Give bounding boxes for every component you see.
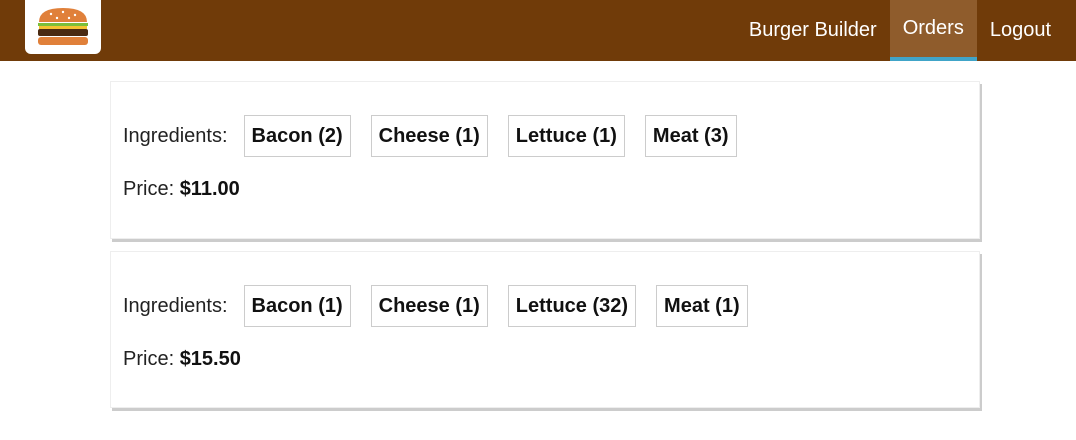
price-row: Price: $15.50 (123, 348, 241, 371)
ingredient-chip: Meat (3) (644, 115, 737, 157)
ingredient-chip: Lettuce (1) (507, 115, 625, 157)
ingredient-chip: Meat (1) (656, 285, 748, 327)
burger-logo[interactable] (25, 0, 101, 54)
order-card: Ingredients: Bacon (1) Cheese (1) Lettuc… (110, 251, 980, 408)
nav-item-logout[interactable]: Logout (977, 0, 1064, 61)
nav-item-orders[interactable]: Orders (889, 0, 977, 61)
price-label: Price: (123, 348, 180, 370)
ingredients-label: Ingredients: (123, 124, 228, 147)
nav-items: Burger Builder Orders Logout (736, 0, 1064, 61)
ingredient-chip: Bacon (1) (243, 285, 351, 327)
toolbar: Burger Builder Orders Logout (0, 0, 1076, 61)
ingredient-chip: Cheese (1) (370, 115, 488, 157)
order-card: Ingredients: Bacon (2) Cheese (1) Lettuc… (110, 81, 980, 239)
ingredients-label: Ingredients: (123, 294, 228, 317)
price-value: $15.50 (179, 348, 241, 370)
nav-item-burger-builder[interactable]: Burger Builder (736, 0, 890, 61)
price-label: Price: (123, 178, 180, 200)
price-row: Price: $11.00 (123, 178, 240, 201)
price-value: $11.00 (179, 178, 240, 200)
ingredient-chip: Lettuce (32) (507, 285, 637, 327)
ingredients-row: Ingredients: Bacon (1) Cheese (1) Lettuc… (123, 285, 768, 327)
ingredients-row: Ingredients: Bacon (2) Cheese (1) Lettuc… (123, 115, 757, 157)
burger-logo-icon (38, 8, 88, 45)
ingredient-chip: Bacon (2) (243, 115, 351, 157)
ingredient-chip: Cheese (1) (370, 285, 488, 327)
